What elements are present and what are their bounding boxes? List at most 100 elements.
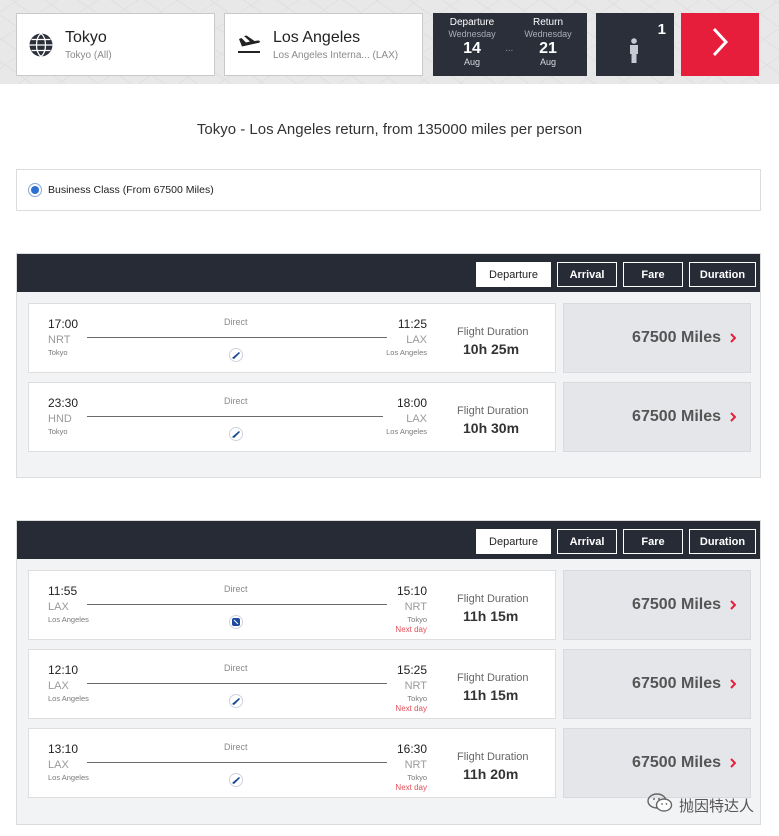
chevron-right-icon [711, 27, 729, 62]
duration-value: 11h 15m [463, 608, 519, 624]
arrival-time: 11:25 [397, 317, 427, 331]
departure-airport-code: HND [48, 413, 72, 425]
cabin-radio[interactable] [28, 183, 42, 197]
sort-departure-button[interactable]: Departure [476, 529, 551, 554]
sort-duration-button[interactable]: Duration [689, 529, 756, 554]
route-line [87, 416, 383, 417]
arrival-airport-code: NRT [404, 759, 427, 771]
chevron-right-icon [730, 412, 736, 422]
departure-city: Los Angeles [48, 694, 89, 703]
departure-city: Los Angeles [48, 773, 89, 782]
duration-label: Flight Duration [457, 326, 529, 338]
departure-airport-code: NRT [48, 334, 71, 346]
arrival-city: Los Angeles [386, 348, 427, 357]
flight-row: 23:30 HND Tokyo Direct 18:00 LAX Los Angeles Fl… [28, 382, 751, 452]
stops-label: Direct [224, 317, 248, 327]
sort-duration-button[interactable]: Duration [689, 262, 756, 287]
arrival-city: Los Angeles [386, 427, 427, 436]
stops-label: Direct [224, 663, 248, 673]
flight-details-card[interactable]: 17:00 NRT Tokyo Direct 11:25 LAX Los Angeles Fl… [28, 303, 556, 373]
duration-value: 11h 20m [463, 766, 519, 782]
route-line [87, 337, 387, 338]
fare-price: 67500 Miles [632, 596, 721, 613]
passenger-selector[interactable]: 1 [596, 13, 674, 76]
route-line [87, 683, 387, 684]
destination-field[interactable]: Los Angeles Los Angeles Interna... (LAX) [224, 13, 423, 76]
chevron-right-icon [730, 679, 736, 689]
arrival-city: Tokyo [407, 773, 427, 782]
return-date[interactable]: Return Wednesday 21 Aug [513, 17, 583, 67]
next-day-label: Next day [395, 704, 427, 713]
return-label: Return [532, 17, 563, 28]
sort-arrival-button[interactable]: Arrival [557, 262, 617, 287]
destination-airport: Los Angeles Interna... (LAX) [273, 49, 399, 61]
return-results-panel: Departure Arrival Fare Duration 11:55 LAX… [16, 520, 761, 825]
select-fare-button[interactable]: 67500 Miles [563, 649, 751, 719]
fare-price: 67500 Miles [632, 675, 721, 692]
return-month: Aug [539, 57, 556, 67]
duration-label: Flight Duration [457, 593, 529, 605]
origin-field[interactable]: Tokyo Tokyo (All) [16, 13, 215, 76]
arrival-airport-code: NRT [404, 680, 427, 692]
wechat-watermark: 抛因特达人 [647, 793, 754, 817]
chevron-right-icon [730, 333, 736, 343]
chevron-right-icon [730, 600, 736, 610]
flight-details-card[interactable]: 13:10 LAX Los Angeles Direct 16:30 NRT Tokyo Ne… [28, 728, 556, 798]
arrival-city: Tokyo [407, 615, 427, 624]
fare-price: 67500 Miles [632, 754, 721, 771]
watermark-text: 抛因特达人 [678, 797, 754, 815]
passenger-count: 1 [657, 21, 666, 38]
select-fare-button[interactable]: 67500 Miles [563, 570, 751, 640]
return-weekday: Wednesday [524, 29, 572, 39]
flight-details-card[interactable]: 23:30 HND Tokyo Direct 18:00 LAX Los Angeles Fl… [28, 382, 556, 452]
cabin-class-option[interactable]: Business Class (From 67500 Miles) [16, 169, 761, 211]
route-summary: Tokyo - Los Angeles return, from 135000 … [196, 121, 583, 138]
departure-city: Tokyo [48, 427, 68, 436]
duration-value: 10h 30m [463, 420, 520, 436]
departure-time: 12:10 [48, 663, 79, 677]
search-button[interactable] [681, 13, 759, 76]
departure-time: 23:30 [48, 396, 79, 410]
sort-fare-button[interactable]: Fare [623, 529, 683, 554]
departure-airport-code: LAX [48, 680, 69, 692]
duration-label: Flight Duration [457, 751, 529, 763]
stops-label: Direct [224, 396, 248, 406]
fare-price: 67500 Miles [632, 408, 721, 425]
flight-details-card[interactable]: 12:10 LAX Los Angeles Direct 15:25 NRT Tokyo Ne… [28, 649, 556, 719]
flight-row: 17:00 NRT Tokyo Direct 11:25 LAX Los Angeles Fl… [28, 303, 751, 373]
departure-airport-code: LAX [48, 759, 69, 771]
flight-row: 13:10 LAX Los Angeles Direct 16:30 NRT Tokyo Ne… [28, 728, 751, 798]
next-day-label: Next day [395, 625, 427, 634]
origin-city: Tokyo [65, 28, 107, 46]
ana-logo-icon [229, 694, 243, 708]
arrival-city: Tokyo [407, 694, 427, 703]
globe-icon [17, 32, 65, 58]
duration-value: 11h 15m [463, 687, 519, 703]
select-fare-button[interactable]: 67500 Miles [563, 728, 751, 798]
departure-time: 11:55 [48, 584, 78, 598]
ana-logo-icon [229, 427, 243, 441]
sort-arrival-button[interactable]: Arrival [557, 529, 617, 554]
united-logo-icon [229, 615, 243, 629]
flight-details-card[interactable]: 11:55 LAX Los Angeles Direct 15:10 NRT Tokyo Ne… [28, 570, 556, 640]
sort-fare-button[interactable]: Fare [623, 262, 683, 287]
departure-date[interactable]: Departure Wednesday 14 Aug [437, 17, 507, 67]
return-day: 21 [539, 40, 557, 57]
fare-price: 67500 Miles [632, 329, 721, 346]
date-picker[interactable]: Departure Wednesday 14 Aug ... Return We… [433, 13, 587, 76]
select-fare-button[interactable]: 67500 Miles [563, 303, 751, 373]
duration-label: Flight Duration [457, 405, 529, 417]
select-fare-button[interactable]: 67500 Miles [563, 382, 751, 452]
arrival-time: 18:00 [396, 396, 427, 410]
stops-label: Direct [224, 584, 248, 594]
radio-selected-dot [31, 186, 39, 194]
arrival-time: 15:25 [396, 663, 427, 677]
ana-logo-icon [229, 348, 243, 362]
departure-weekday: Wednesday [448, 29, 496, 39]
sort-departure-button[interactable]: Departure [476, 262, 551, 287]
search-bar: Tokyo Tokyo (All) Los Angeles Los Angele… [0, 0, 779, 84]
next-day-label: Next day [395, 783, 427, 792]
duration-value: 10h 25m [463, 341, 520, 357]
departure-city: Los Angeles [48, 615, 89, 624]
duration-label: Flight Duration [457, 672, 529, 684]
